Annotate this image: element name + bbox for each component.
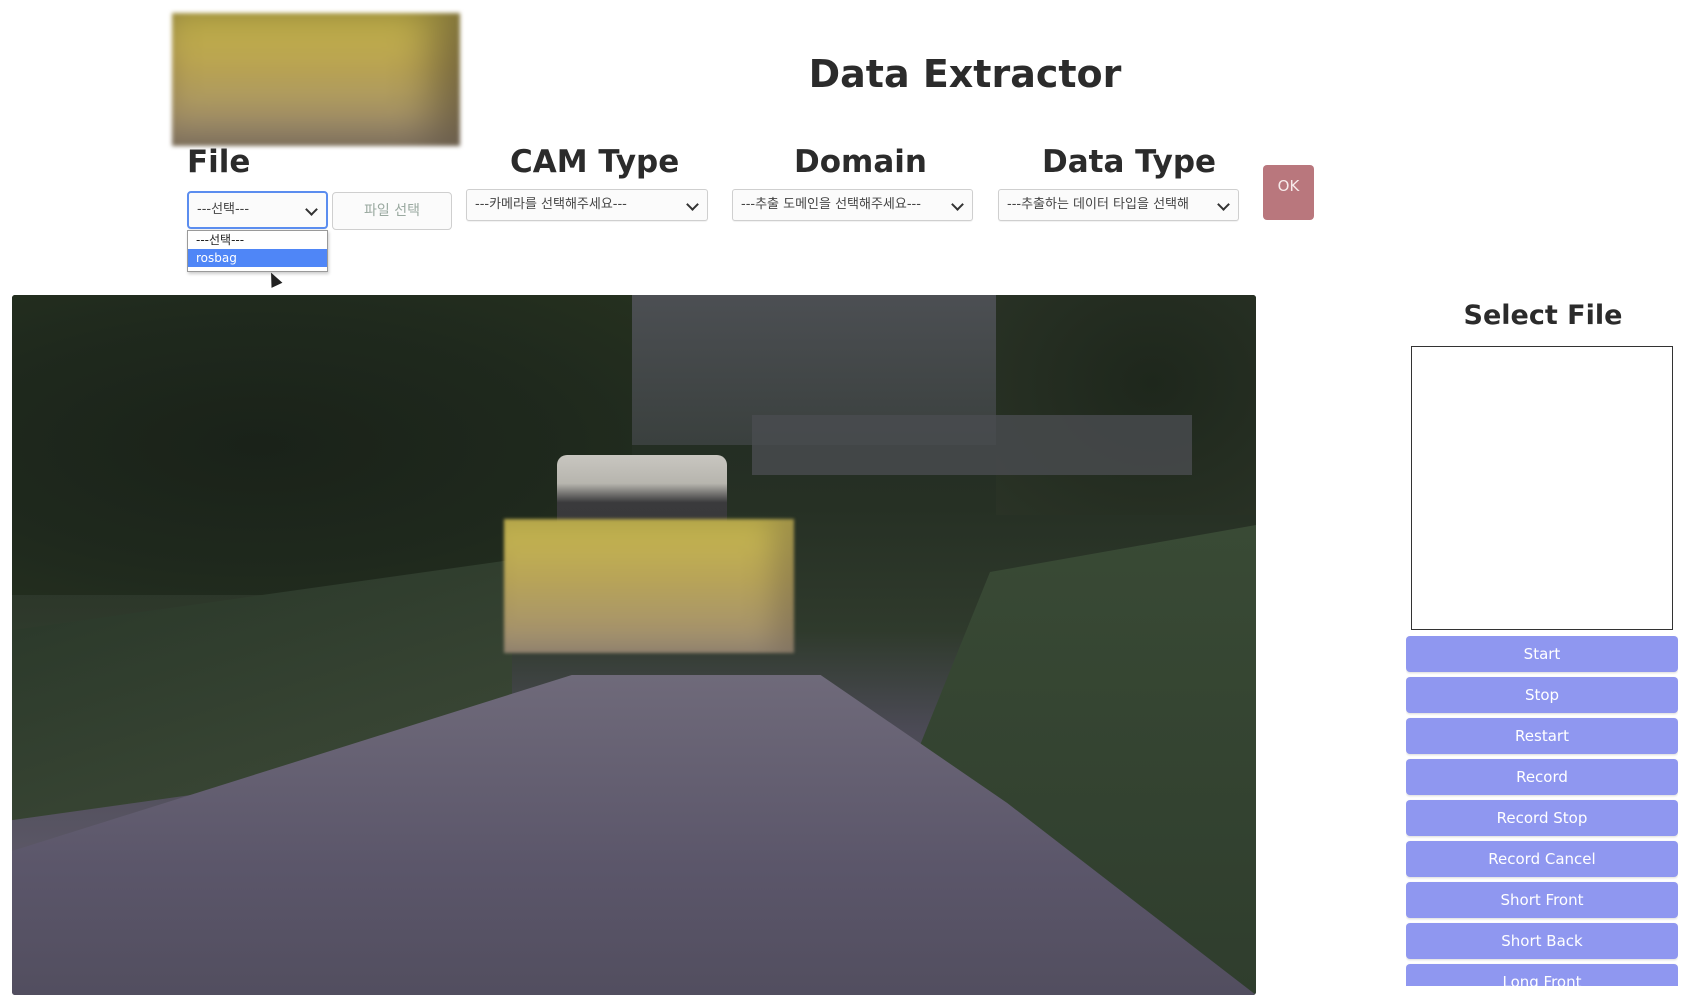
short-front-button[interactable]: Short Front xyxy=(1406,882,1678,918)
video-viewer[interactable] xyxy=(12,295,1256,995)
dropdown-option-rosbag[interactable]: rosbag xyxy=(188,249,327,267)
file-select-dropdown: ---선택--- rosbag xyxy=(187,230,328,272)
data-type-select[interactable]: ---추출하는 데이터 타입을 선택해 xyxy=(998,189,1239,221)
control-buttons: Start Stop Restart Record Record Stop Re… xyxy=(1406,636,1678,986)
mouse-pointer-icon xyxy=(265,270,283,288)
chevron-down-icon xyxy=(951,198,964,211)
domain-label: Domain xyxy=(794,144,927,180)
blurred-logo xyxy=(172,13,460,146)
data-type-label: Data Type xyxy=(1042,144,1217,180)
blurred-region xyxy=(504,519,794,653)
domain-select[interactable]: ---추출 도메인을 선택해주세요--- xyxy=(732,189,973,221)
choose-file-button[interactable]: 파일 선택 xyxy=(332,192,452,230)
record-button[interactable]: Record xyxy=(1406,759,1678,795)
cam-type-select-value: ---카메라를 선택해주세요--- xyxy=(475,197,627,212)
dropdown-option-select[interactable]: ---선택--- xyxy=(188,231,327,249)
ok-button[interactable]: OK xyxy=(1263,165,1314,220)
long-front-button[interactable]: Long Front xyxy=(1406,964,1678,986)
record-cancel-button[interactable]: Record Cancel xyxy=(1406,841,1678,877)
record-stop-button[interactable]: Record Stop xyxy=(1406,800,1678,836)
data-type-select-value: ---추출하는 데이터 타입을 선택해 xyxy=(1007,197,1189,212)
chevron-down-icon xyxy=(305,203,318,216)
chevron-down-icon xyxy=(1217,198,1230,211)
stop-button[interactable]: Stop xyxy=(1406,677,1678,713)
file-select-value: ---선택--- xyxy=(197,202,250,217)
cam-type-select[interactable]: ---카메라를 선택해주세요--- xyxy=(466,189,708,221)
video-building xyxy=(752,415,1192,475)
file-label: File xyxy=(187,144,251,180)
cam-type-label: CAM Type xyxy=(510,144,680,180)
file-list-box[interactable] xyxy=(1411,346,1673,630)
page-title: Data Extractor xyxy=(808,52,1122,96)
select-file-title: Select File xyxy=(1463,300,1623,331)
domain-select-value: ---추출 도메인을 선택해주세요--- xyxy=(741,197,921,212)
start-button[interactable]: Start xyxy=(1406,636,1678,672)
data-extractor-page: Data Extractor File ---선택--- 파일 선택 ---선택… xyxy=(0,0,1688,1000)
chevron-down-icon xyxy=(686,198,699,211)
file-select[interactable]: ---선택--- xyxy=(187,191,328,229)
restart-button[interactable]: Restart xyxy=(1406,718,1678,754)
video-trees-right xyxy=(996,295,1256,515)
short-back-button[interactable]: Short Back xyxy=(1406,923,1678,959)
